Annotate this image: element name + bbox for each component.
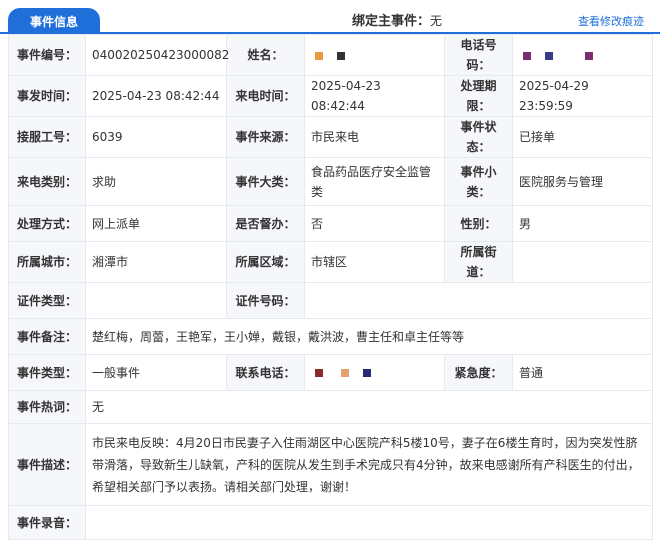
source-value: 市民来电 bbox=[304, 116, 445, 158]
field-label: 来电类别： bbox=[8, 157, 86, 206]
field-label: 证件号码： bbox=[226, 282, 305, 319]
bind-main-value: 无 bbox=[430, 14, 443, 28]
field-label: 电话号码： bbox=[444, 34, 513, 76]
call-time-value: 2025-04-23 08:42:44 bbox=[304, 75, 445, 117]
field-label: 事发时间： bbox=[8, 75, 86, 117]
gender-value: 男 bbox=[512, 205, 653, 242]
redaction-block bbox=[545, 51, 553, 60]
table-row: 事件编号： 040020250423000082 姓名： 电话号码： bbox=[8, 34, 653, 76]
field-label: 事件描述： bbox=[8, 423, 86, 506]
bind-main-label: 绑定主事件： bbox=[352, 14, 431, 29]
field-label: 性别： bbox=[444, 205, 513, 242]
field-label: 来电时间： bbox=[226, 75, 305, 117]
table-row: 事发时间： 2025-04-23 08:42:44 来电时间： 2025-04-… bbox=[8, 75, 653, 117]
phone-value bbox=[512, 34, 653, 76]
field-label: 事件大类： bbox=[226, 157, 305, 206]
district-value: 市辖区 bbox=[304, 241, 445, 283]
tab-event-info[interactable]: 事件信息 bbox=[8, 8, 100, 34]
header-bar: 事件信息 绑定主事件：无 查看修改痕迹 bbox=[0, 0, 660, 34]
remark-value: 楚红梅，周蕾，王艳军，王小婵，戴银，戴洪波，曹主任和卓主任等等 bbox=[85, 318, 653, 355]
redaction-block bbox=[363, 369, 371, 377]
field-label: 事件类型： bbox=[8, 354, 86, 391]
major-category-value: 食品药品医疗安全监管类 bbox=[304, 157, 445, 206]
operator-id-value: 6039 bbox=[85, 116, 227, 158]
field-label: 所属城市： bbox=[8, 241, 86, 283]
redacted-phone bbox=[519, 43, 611, 67]
redaction-block bbox=[523, 51, 531, 60]
occur-time-value: 2025-04-23 08:42:44 bbox=[85, 75, 227, 117]
field-label: 事件编号： bbox=[8, 34, 86, 76]
event-info-table: 事件编号： 040020250423000082 姓名： 电话号码： 事发时间：… bbox=[8, 34, 653, 540]
status-value: 已接单 bbox=[512, 116, 653, 158]
bind-main-event: 绑定主事件：无 bbox=[352, 10, 442, 29]
field-label: 所属街道： bbox=[444, 241, 513, 283]
redaction-block bbox=[315, 51, 323, 60]
table-row: 证件类型： 证件号码： bbox=[8, 282, 653, 319]
event-no-value: 040020250423000082 bbox=[85, 34, 229, 76]
street-value bbox=[512, 241, 653, 283]
redacted-contact-phone bbox=[311, 361, 389, 385]
field-label: 处理方式： bbox=[8, 205, 86, 242]
id-no-value bbox=[304, 282, 653, 319]
field-label: 是否督办： bbox=[226, 205, 305, 242]
handling-value: 网上派单 bbox=[85, 205, 227, 242]
redaction-block bbox=[315, 369, 323, 377]
table-row: 事件热词： 无 bbox=[8, 390, 653, 424]
table-row: 事件类型： 一般事件 联系电话： 紧急度： 普通 bbox=[8, 354, 653, 391]
redaction-block bbox=[341, 369, 349, 377]
table-row: 所属城市： 湘潭市 所属区域： 市辖区 所属街道： bbox=[8, 241, 653, 283]
field-label: 所属区域： bbox=[226, 241, 305, 283]
field-label: 事件录音： bbox=[8, 505, 86, 540]
table-row: 事件录音： bbox=[8, 505, 653, 540]
redacted-name bbox=[311, 43, 363, 67]
field-label: 事件热词： bbox=[8, 390, 86, 424]
table-row: 来电类别： 求助 事件大类： 食品药品医疗安全监管类 事件小类： 医院服务与管理 bbox=[8, 157, 653, 206]
call-category-value: 求助 bbox=[85, 157, 227, 206]
table-row: 接服工号： 6039 事件来源： 市民来电 事件状态： 已接单 bbox=[8, 116, 653, 158]
table-row: 处理方式： 网上派单 是否督办： 否 性别： 男 bbox=[8, 205, 653, 242]
field-label: 联系电话： bbox=[226, 354, 305, 391]
recording-value bbox=[85, 505, 653, 540]
field-label: 姓名： bbox=[226, 34, 305, 76]
name-value bbox=[304, 34, 445, 76]
view-history-link[interactable]: 查看修改痕迹 bbox=[578, 13, 644, 29]
table-row: 事件备注： 楚红梅，周蕾，王艳军，王小婵，戴银，戴洪波，曹主任和卓主任等等 bbox=[8, 318, 653, 355]
contact-phone-value bbox=[304, 354, 445, 391]
supervise-value: 否 bbox=[304, 205, 445, 242]
field-label: 事件状态： bbox=[444, 116, 513, 158]
field-label: 处理期限： bbox=[444, 75, 513, 117]
redaction-block bbox=[585, 51, 593, 60]
description-value: 市民来电反映：4月20日市民妻子入住雨湖区中心医院产科5楼10号，妻子在6楼生育… bbox=[85, 423, 653, 506]
hotword-value: 无 bbox=[85, 390, 653, 424]
urgency-value: 普通 bbox=[512, 354, 653, 391]
field-label: 紧急度： bbox=[444, 354, 513, 391]
field-label: 证件类型： bbox=[8, 282, 86, 319]
field-label: 事件小类： bbox=[444, 157, 513, 206]
field-label: 接服工号： bbox=[8, 116, 86, 158]
minor-category-value: 医院服务与管理 bbox=[512, 157, 653, 206]
table-row: 事件描述： 市民来电反映：4月20日市民妻子入住雨湖区中心医院产科5楼10号，妻… bbox=[8, 423, 653, 506]
event-type-value: 一般事件 bbox=[85, 354, 227, 391]
deadline-value: 2025-04-29 23:59:59 bbox=[512, 75, 653, 117]
field-label: 事件备注： bbox=[8, 318, 86, 355]
id-type-value bbox=[85, 282, 227, 319]
field-label: 事件来源： bbox=[226, 116, 305, 158]
redaction-block bbox=[337, 51, 345, 60]
city-value: 湘潭市 bbox=[85, 241, 227, 283]
